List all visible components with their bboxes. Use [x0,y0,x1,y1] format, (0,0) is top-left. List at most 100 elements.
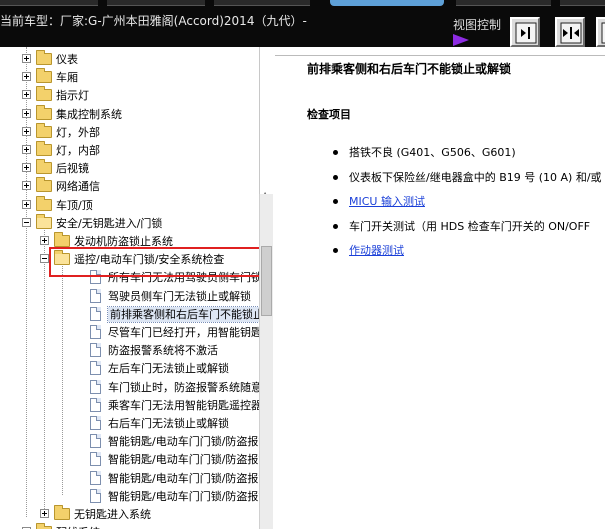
folder-icon [36,159,52,175]
tree-item-document[interactable]: 左后车门无法锁止或解锁 [0,360,259,378]
tree-item-folder[interactable]: 无钥匙进入系统 [0,505,259,524]
tree-item-folder[interactable]: 配线系统 [0,523,259,529]
toolbar-tab-5[interactable] [456,0,551,6]
expand-plus-icon[interactable] [22,163,31,173]
expand-plus-icon[interactable] [22,54,31,63]
tree-item-label: 车厢 [56,71,78,85]
tree-scrollbar[interactable] [259,194,273,529]
expand-plus-icon[interactable] [22,199,31,209]
tree-item-folder[interactable]: 车厢 [0,68,259,87]
toolbar-tab-3[interactable] [214,0,310,6]
split-view-button[interactable] [555,17,585,47]
tree-item-document[interactable]: 前排乘客侧和右后车门不能锁止或 [0,305,259,324]
tree-item-folder[interactable]: 集成控制系统 [0,104,259,124]
bullet-icon [333,150,338,155]
expand-plus-icon[interactable] [40,236,49,245]
folder-icon [36,177,52,193]
tree-item-label: 后视镜 [56,162,89,176]
expand-plus-icon[interactable] [22,126,31,136]
current-vehicle-label: 当前车型：厂家:G-广州本田雅阁(Accord)2014（九代）- [0,14,307,28]
tree-item-folder[interactable]: 车顶/顶 [0,195,259,215]
document-icon [90,470,101,485]
expand-plus-icon[interactable] [22,72,31,82]
tree-item-folder[interactable]: 灯，内部 [0,141,259,160]
expand-plus-icon[interactable] [22,108,31,118]
bullet-icon [333,199,338,204]
view-control-label: 视图控制 [453,18,502,32]
document-icon [90,361,101,376]
navigation-tree[interactable]: 仪表车厢 指示灯 集成控制系统 灯，外部 灯，内部后视镜网络通信车顶/顶 安全/无钥匙进入… [0,47,260,529]
tree-item-label: 右后车门无法锁止或解锁 [108,417,229,430]
check-item-text: 车门开关测试（用 HDS 检查车门开关的 ON/OFF [349,220,591,233]
tree-item-document[interactable]: 防盗报警系统将不激活 [0,342,259,360]
expand-plus-icon[interactable] [22,90,31,100]
folder-icon [36,86,52,102]
tree-item-label: 尽管车门已经打开，用智能钥匙遥 [108,326,260,339]
tree-item-folder[interactable]: 发动机防盗锁止系统 [0,232,259,251]
collapse-minus-icon[interactable] [22,217,31,227]
tree-item-document[interactable]: 尽管车门已经打开，用智能钥匙遥 [0,324,260,342]
check-item-text: 仪表板下保险丝/继电器盒中的 B19 号 (10 A) 和/或 [349,171,602,184]
tree-item-folder[interactable]: 安全/无钥匙进入/门锁 [0,213,259,233]
document-icon [90,343,101,358]
tree-item-label: 网络通信 [56,180,100,194]
content-pane: 前排乘客侧和右后车门不能锁止或解锁 检查项目 搭铁不良 (G401、G506、G… [275,47,605,529]
check-item-link[interactable]: 作动器测试 [349,242,404,258]
tree-item-folder[interactable]: 指示灯 [0,86,259,105]
tree-item-label: 智能钥匙/电动车门门锁/防盗报警 [108,453,260,467]
tree-item-label: 无钥匙进入系统 [74,508,151,521]
open-folder-icon [54,250,70,266]
tree-item-label: 遥控/电动车门锁/安全系统检查 [74,253,225,267]
tree-item-folder[interactable]: 后视镜 [0,159,259,178]
expand-plus-icon[interactable] [22,145,31,154]
expand-plus-icon[interactable] [40,509,49,518]
top-header-bar: 当前车型：厂家:G-广州本田雅阁(Accord)2014（九代）- 视图控制 [0,0,605,47]
bullet-icon [333,175,338,180]
document-icon [90,488,101,503]
page-title: 前排乘客侧和右后车门不能锁止或解锁 [307,62,512,76]
document-icon [90,416,101,430]
expand-plus-icon[interactable] [22,181,31,191]
folder-icon [36,104,52,120]
folder-icon [36,141,52,156]
tree-item-folder[interactable]: 网络通信 [0,177,259,196]
tree-item-folder[interactable]: 遥控/电动车门锁/安全系统检查 [0,250,259,269]
folder-icon [36,50,52,65]
tree-item-label: 仪表 [56,53,78,66]
collapse-left-button[interactable] [510,17,540,47]
tree-item-document[interactable]: 智能钥匙/电动车门门锁/防盗报警 [0,488,259,506]
expand-right-button[interactable] [596,17,605,47]
toolbar-tab-1[interactable] [0,0,98,6]
collapse-minus-icon[interactable] [40,254,49,264]
folder-icon [54,232,70,247]
tree-item-document[interactable]: 车门锁止时，防盗报警系统随意鸣 [0,379,259,397]
toolbar-tab-6[interactable] [560,0,605,6]
toolbar-tab-2[interactable] [107,0,205,6]
tree-item-document[interactable]: 所有车门无法用驾驶员侧车门锁芯 [0,269,259,287]
tree-item-folder[interactable]: 仪表 [0,50,259,69]
tree-item-document[interactable]: 右后车门无法锁止或解锁 [0,415,259,433]
folder-icon [54,505,70,520]
tree-item-label: 乘客车门无法用智能钥匙遥控器或 [108,398,260,412]
tree-item-label: 车顶/顶 [56,198,93,212]
tree-item-document[interactable]: 智能钥匙/电动车门门锁/防盗报警 [0,433,259,451]
document-icon [90,434,101,449]
tree-item-label: 配线系统 [56,525,100,529]
arrow-left-bar-icon [601,22,605,44]
scrollbar-thumb[interactable] [261,246,272,316]
tree-item-document[interactable]: 乘客车门无法用智能钥匙遥控器或 [0,397,260,415]
tree-item-document[interactable]: 驾驶员侧车门无法锁止或解锁 [0,288,259,306]
divider [275,55,605,56]
document-icon [90,306,101,321]
tree-item-folder[interactable]: 灯，外部 [0,122,259,142]
tree-item-document[interactable]: 智能钥匙/电动车门门锁/防盗报警 [0,470,259,488]
play-arrow-icon[interactable] [453,34,469,46]
folder-icon [36,122,52,138]
double-arrow-icon [560,22,582,44]
folder-icon [36,68,52,84]
tree-item-document[interactable]: 智能钥匙/电动车门门锁/防盗报警 [0,451,260,469]
check-item-link[interactable]: MICU 输入测试 [349,193,425,209]
document-icon [90,325,101,339]
document-icon [90,397,101,412]
toolbar-tab-active[interactable] [330,0,444,6]
